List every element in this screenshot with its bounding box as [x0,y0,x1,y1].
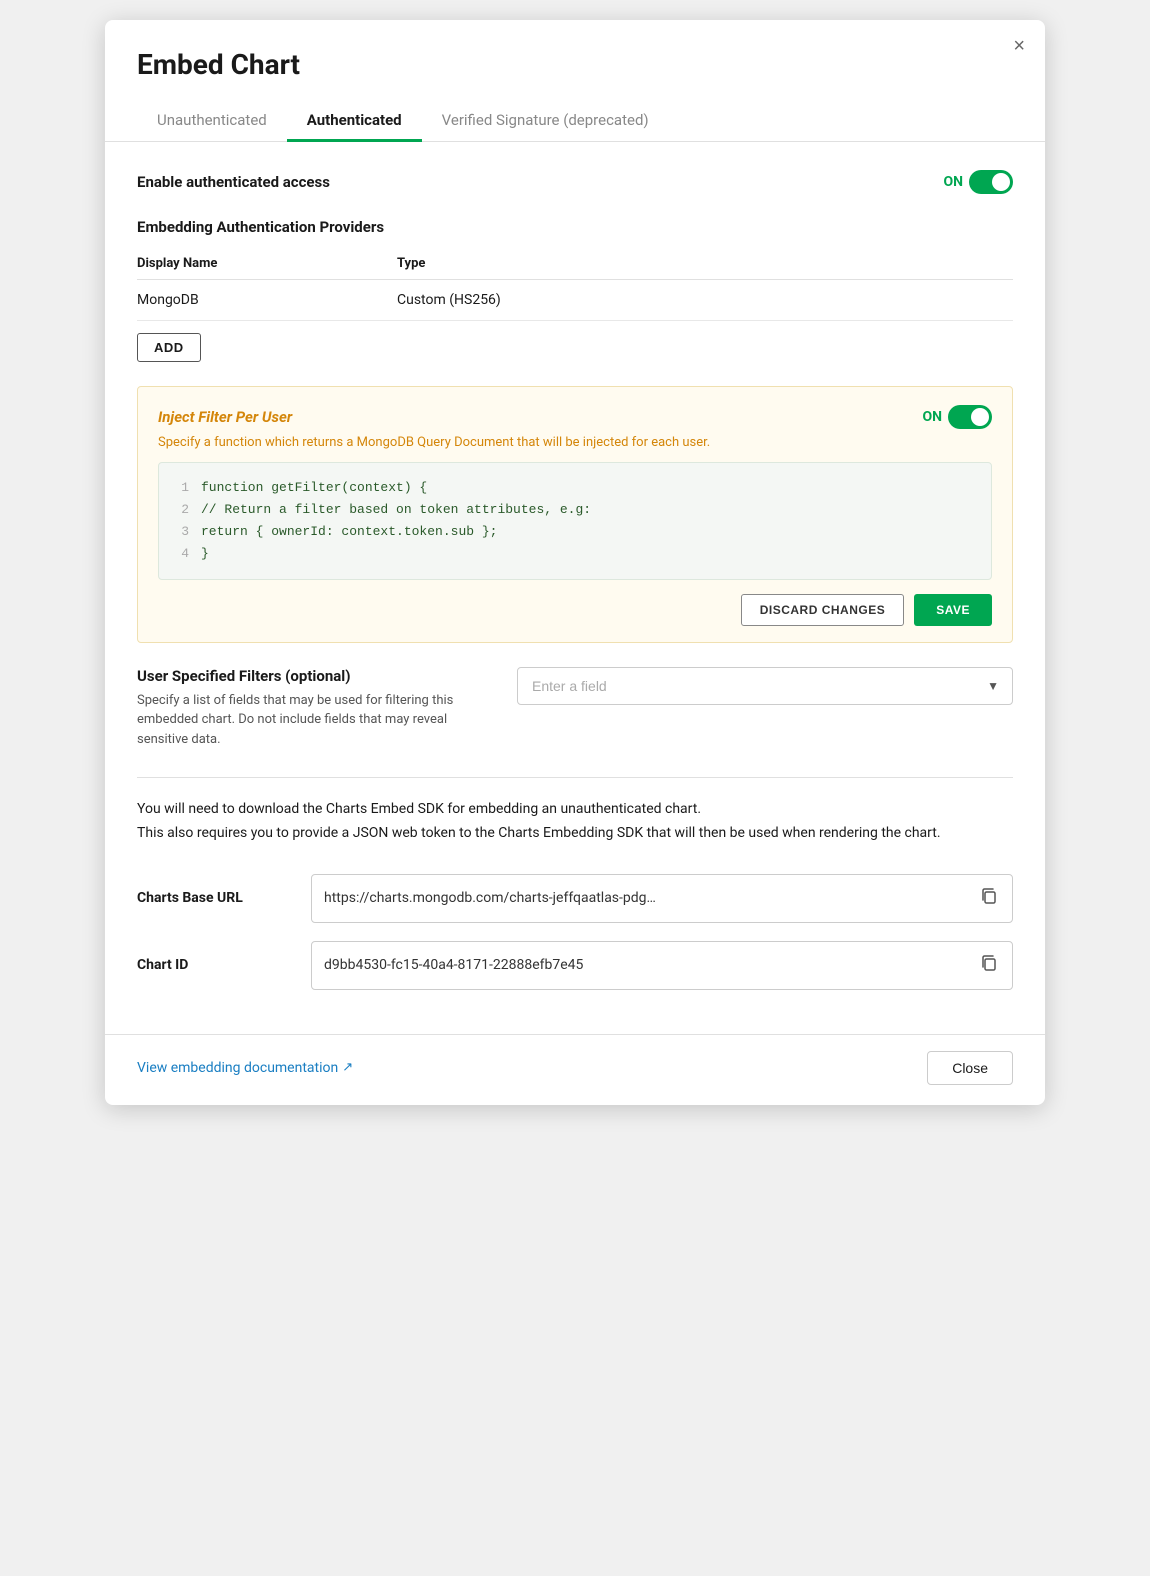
code-line-2: 2 // Return a filter based on token attr… [175,499,975,521]
inject-toggle[interactable]: ON [922,405,992,429]
sdk-info-line1: You will need to download the Charts Emb… [137,798,1013,822]
modal-title: Embed Chart [137,48,1013,81]
modal-footer: View embedding documentation ↗︎ Close [105,1034,1045,1105]
divider [137,777,1013,778]
filters-input-block: Enter a field [517,667,1013,705]
providers-table: Display Name Type MongoDB Custom (HS256) [137,248,1013,321]
tab-bar: Unauthenticated Authenticated Verified S… [105,101,1045,142]
inject-toggle-label: ON [922,409,942,425]
col-type: Type [397,248,1013,280]
provider-type: Custom (HS256) [397,279,1013,320]
external-link-icon: ↗︎ [342,1060,353,1075]
table-row: MongoDB Custom (HS256) [137,279,1013,320]
save-button[interactable]: SAVE [914,594,992,626]
line-number-1: 1 [175,477,189,499]
chart-id-row: Chart ID d9bb4530-fc15-40a4-8171-22888ef… [137,941,1013,990]
code-line-4: 4 } [175,543,975,565]
enable-access-toggle[interactable]: ON [943,170,1013,194]
toggle-on-label: ON [943,174,963,190]
code-text-4: } [201,543,209,565]
toggle-switch[interactable] [969,170,1013,194]
providers-section: Embedding Authentication Providers Displ… [137,218,1013,362]
url-section: Charts Base URL https://charts.mongodb.c… [137,874,1013,990]
line-number-2: 2 [175,499,189,521]
close-icon-button[interactable]: × [1013,36,1025,56]
inject-filter-section: Inject Filter Per User ON Specify a func… [137,386,1013,643]
code-line-3: 3 return { ownerId: context.token.sub }; [175,521,975,543]
col-display-name: Display Name [137,248,397,280]
line-number-3: 3 [175,521,189,543]
tab-verified-signature[interactable]: Verified Signature (deprecated) [422,101,669,142]
code-editor[interactable]: 1 function getFilter(context) { 2 // Ret… [158,462,992,580]
discard-changes-button[interactable]: DISCARD CHANGES [741,594,905,626]
sdk-info-line2: This also requires you to provide a JSON… [137,822,1013,846]
field-dropdown-wrap: Enter a field [517,667,1013,705]
charts-base-url-value-wrap: https://charts.mongodb.com/charts-jeffqa… [311,874,1013,923]
tab-authenticated[interactable]: Authenticated [287,101,422,142]
chart-id-value: d9bb4530-fc15-40a4-8171-22888efb7e45 [324,957,970,973]
provider-name: MongoDB [137,279,397,320]
filters-section: User Specified Filters (optional) Specif… [137,667,1013,750]
inject-toggle-switch[interactable] [948,405,992,429]
copy-chart-id-button[interactable] [978,952,1000,979]
copy-url-button[interactable] [978,885,1000,912]
inject-subtitle: Specify a function which returns a Mongo… [158,435,992,450]
charts-base-url-value: https://charts.mongodb.com/charts-jeffqa… [324,890,970,906]
charts-base-url-label: Charts Base URL [137,890,287,906]
inject-title: Inject Filter Per User [158,408,292,426]
providers-title: Embedding Authentication Providers [137,218,1013,236]
code-text-2: // Return a filter based on token attrib… [201,499,591,521]
filters-title: User Specified Filters (optional) [137,667,477,685]
doc-link[interactable]: View embedding documentation ↗︎ [137,1060,353,1076]
filters-desc: Specify a list of fields that may be use… [137,691,477,750]
inject-header: Inject Filter Per User ON [158,405,992,429]
modal-body: Enable authenticated access ON Embedding… [105,142,1045,1034]
charts-base-url-row: Charts Base URL https://charts.mongodb.c… [137,874,1013,923]
doc-link-label: View embedding documentation [137,1060,338,1076]
modal-header: Embed Chart × [105,20,1045,81]
code-text-3: return { ownerId: context.token.sub }; [201,521,497,543]
embed-chart-modal: Embed Chart × Unauthenticated Authentica… [105,20,1045,1105]
code-line-1: 1 function getFilter(context) { [175,477,975,499]
chart-id-label: Chart ID [137,957,287,973]
filters-label-block: User Specified Filters (optional) Specif… [137,667,477,750]
inject-actions: DISCARD CHANGES SAVE [158,594,992,626]
chart-id-value-wrap: d9bb4530-fc15-40a4-8171-22888efb7e45 [311,941,1013,990]
field-dropdown[interactable]: Enter a field [517,667,1013,705]
sdk-info: You will need to download the Charts Emb… [137,798,1013,846]
enable-access-row: Enable authenticated access ON [137,170,1013,194]
line-number-4: 4 [175,543,189,565]
code-text-1: function getFilter(context) { [201,477,427,499]
close-footer-button[interactable]: Close [927,1051,1013,1085]
tab-unauthenticated[interactable]: Unauthenticated [137,101,287,142]
enable-access-label: Enable authenticated access [137,173,330,191]
add-provider-button[interactable]: ADD [137,333,201,362]
